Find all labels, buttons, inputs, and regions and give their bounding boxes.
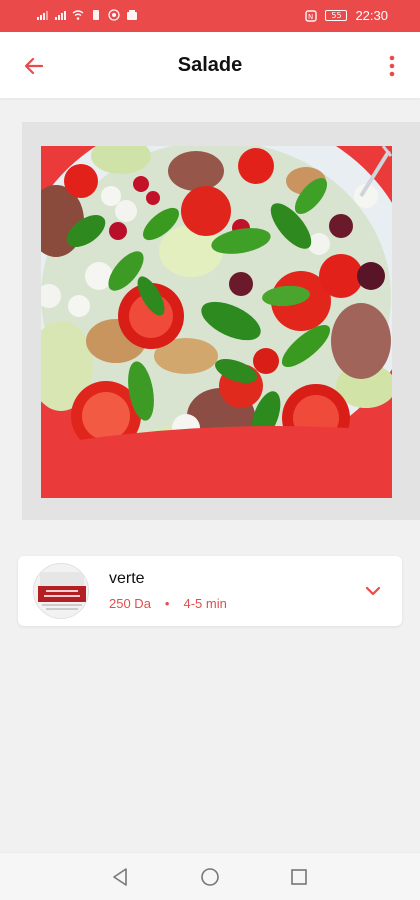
- sim-icon: [93, 10, 99, 20]
- product-image-card: [22, 122, 420, 520]
- item-card[interactable]: verte 250 Da • 4-5 min: [18, 556, 402, 626]
- clock: 22:30: [355, 8, 388, 23]
- nfc-icon: N: [305, 9, 318, 22]
- salad-photo: [41, 146, 392, 498]
- square-recents-icon: [291, 869, 307, 885]
- product-thumbnail-image: [34, 564, 88, 618]
- status-left-icons: [36, 9, 138, 21]
- item-name: verte: [109, 570, 145, 587]
- more-options-button[interactable]: [378, 50, 406, 82]
- system-nav-bar: [0, 852, 420, 900]
- battery-icon: 55: [325, 10, 348, 21]
- status-right-icons: N 55 22:30: [305, 8, 388, 23]
- item-price: 250 Da: [109, 596, 151, 611]
- wifi-icon: [72, 10, 84, 20]
- meta-separator: •: [164, 596, 170, 611]
- status-bar: N 55 22:30: [0, 0, 420, 32]
- nav-back-button[interactable]: [108, 865, 132, 889]
- chevron-down-icon[interactable]: [362, 580, 384, 602]
- signal-icon-2: [55, 11, 66, 20]
- whatsapp-icon: [108, 9, 120, 21]
- app-bar: Salade: [0, 32, 420, 98]
- item-meta: 250 Da • 4-5 min: [109, 596, 227, 611]
- page-title: Salade: [177, 54, 243, 76]
- nav-home-button[interactable]: [198, 865, 222, 889]
- more-vertical-icon: [389, 55, 395, 77]
- notification-icon: [127, 10, 137, 20]
- triangle-back-icon: [113, 868, 127, 886]
- svg-text:N: N: [308, 13, 313, 21]
- salad-image: [41, 146, 392, 498]
- item-duration: 4-5 min: [183, 596, 227, 611]
- battery-level: 55: [325, 10, 348, 21]
- item-thumbnail: [33, 563, 89, 619]
- circle-home-icon: [201, 868, 219, 886]
- signal-icon: [37, 11, 48, 20]
- nav-recents-button[interactable]: [287, 865, 311, 889]
